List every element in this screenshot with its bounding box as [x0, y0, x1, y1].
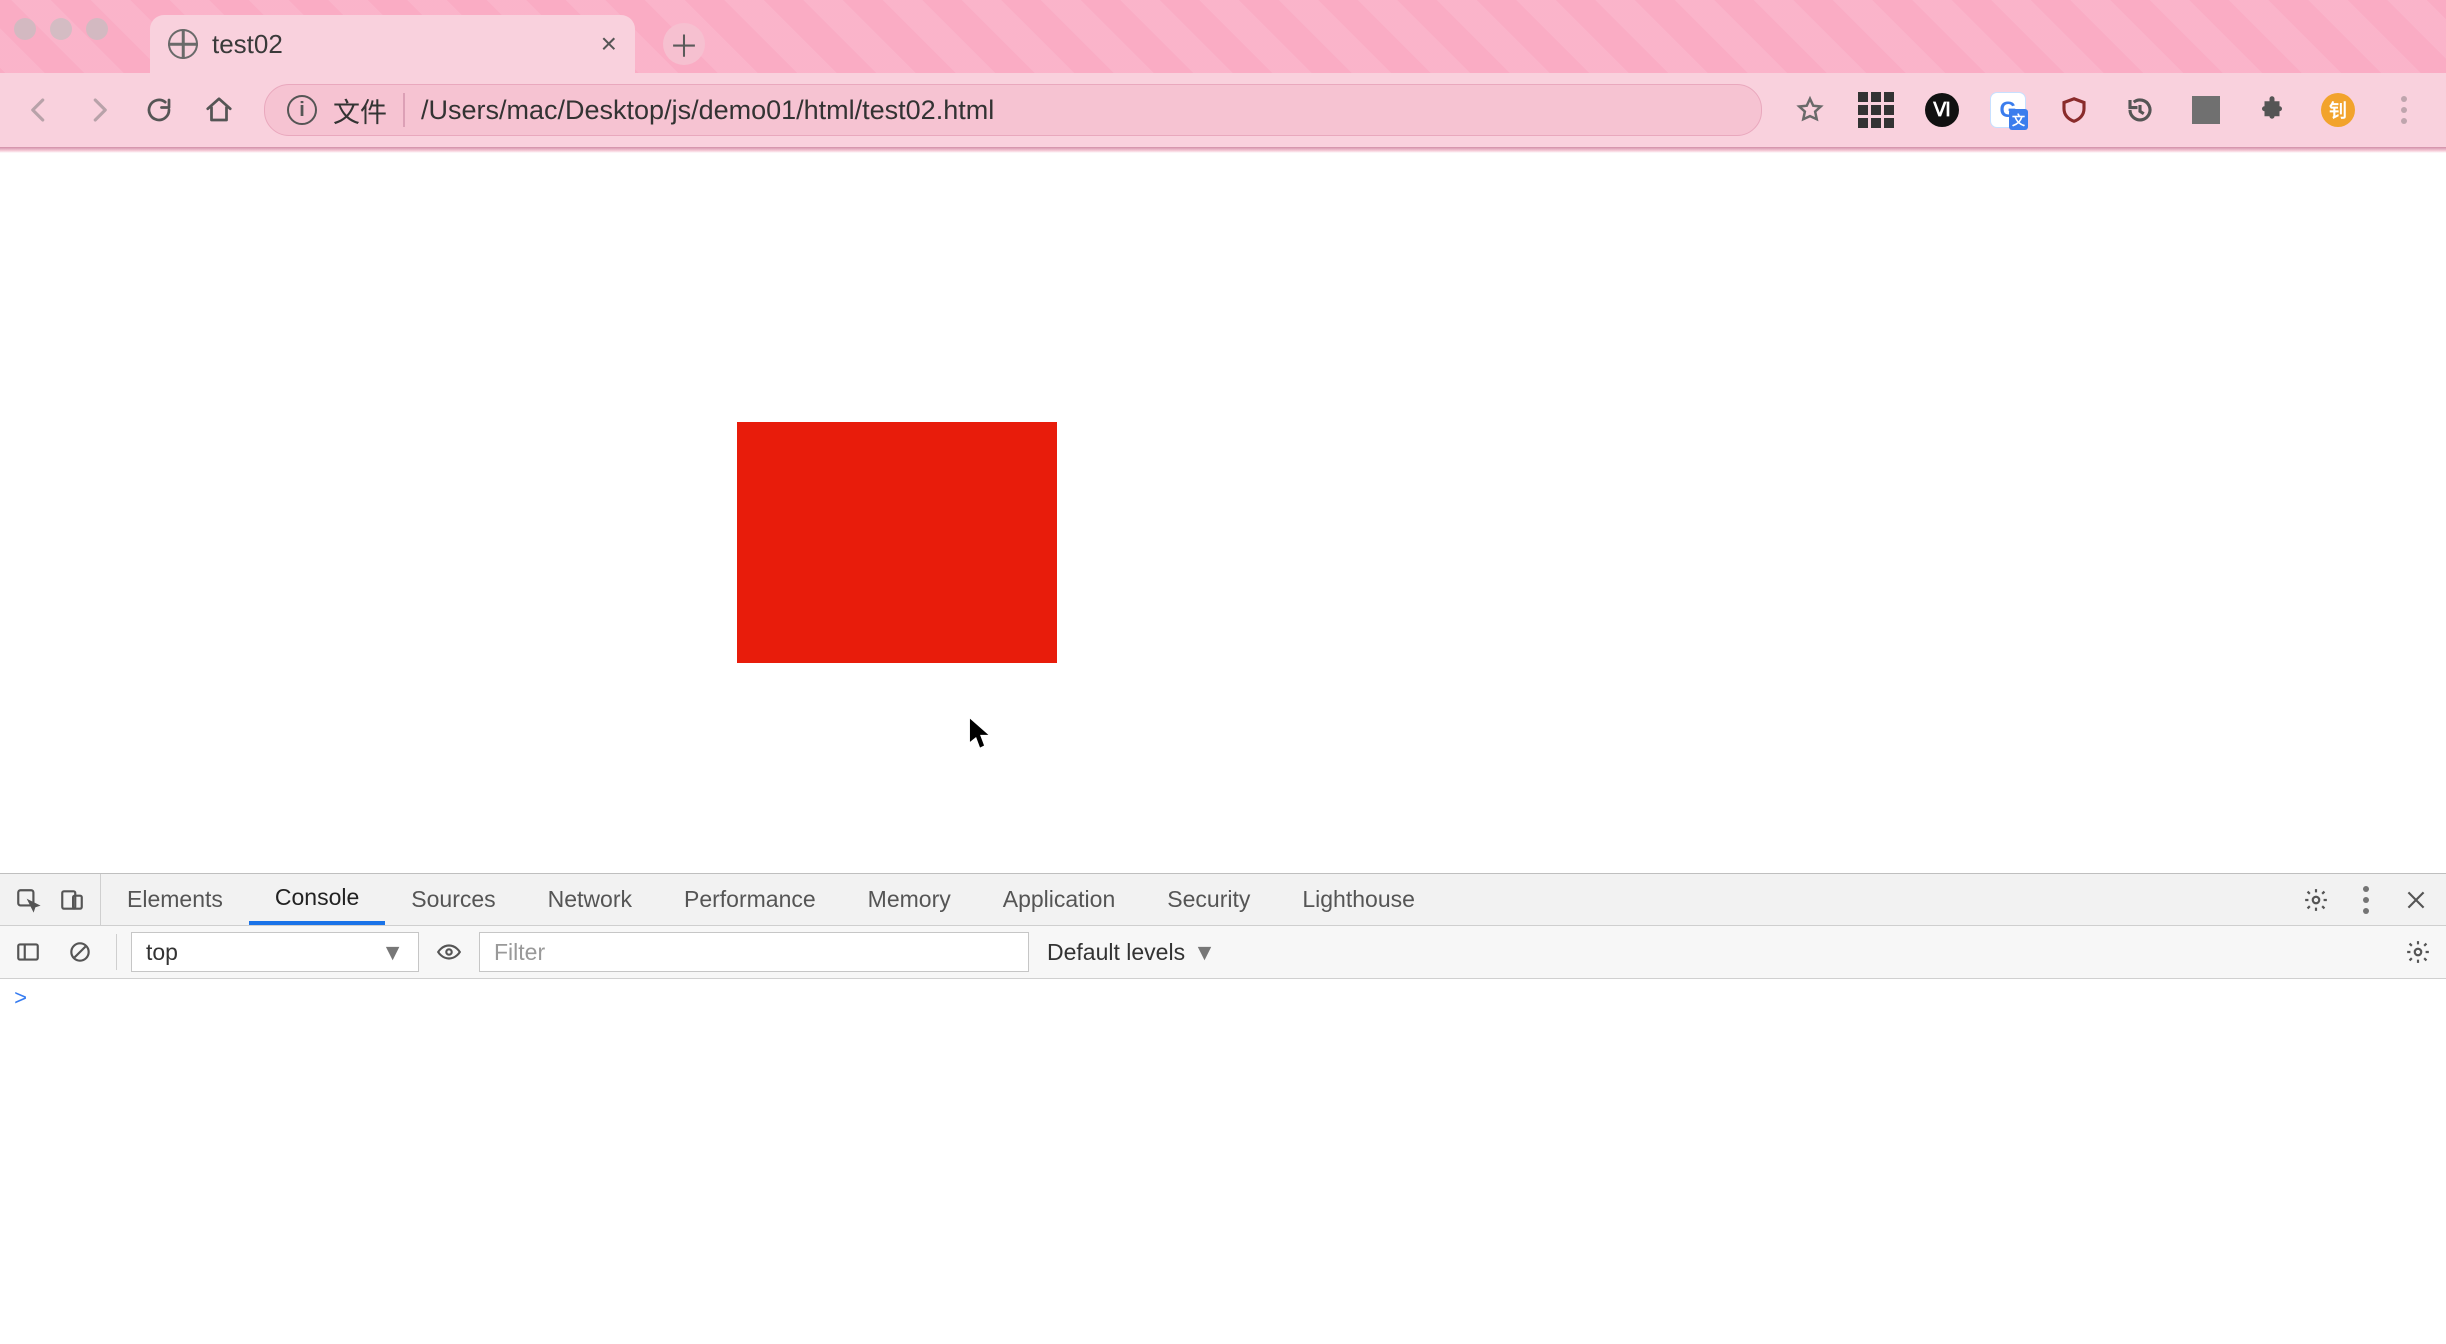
- browser-chrome: test02 × ＋ i 文件 /Users/mac/Desktop/js/de…: [0, 0, 2446, 147]
- tab-label: Lighthouse: [1302, 886, 1415, 913]
- site-info-icon[interactable]: i: [287, 95, 317, 125]
- tab-security[interactable]: Security: [1141, 874, 1276, 925]
- tab-performance[interactable]: Performance: [658, 874, 842, 925]
- clear-console-icon[interactable]: [58, 930, 102, 974]
- tab-console[interactable]: Console: [249, 874, 385, 925]
- console-sidebar-toggle-icon[interactable]: [6, 930, 50, 974]
- filter-placeholder: Filter: [494, 939, 545, 966]
- traffic-close-icon[interactable]: [14, 18, 36, 40]
- qr-extension-icon[interactable]: [1854, 88, 1898, 132]
- globe-icon: [168, 29, 198, 59]
- tab-application[interactable]: Application: [977, 874, 1142, 925]
- toolbar: i 文件 /Users/mac/Desktop/js/demo01/html/t…: [0, 73, 2446, 147]
- translate-extension-icon[interactable]: G: [1986, 88, 2030, 132]
- stop-square-icon[interactable]: [2184, 88, 2228, 132]
- context-value: top: [146, 939, 178, 966]
- live-expression-icon[interactable]: [427, 930, 471, 974]
- browser-tab[interactable]: test02 ×: [150, 15, 635, 73]
- tab-network[interactable]: Network: [522, 874, 658, 925]
- url-scheme-label: 文件: [333, 91, 387, 130]
- tab-memory[interactable]: Memory: [842, 874, 977, 925]
- tab-label: Network: [548, 886, 632, 913]
- tab-label: Elements: [127, 886, 223, 913]
- execution-context-select[interactable]: top ▼: [131, 932, 419, 972]
- console-settings-icon[interactable]: [2396, 930, 2440, 974]
- chevron-down-icon: ▼: [1193, 939, 1216, 966]
- tab-title: test02: [212, 29, 601, 60]
- tab-label: Sources: [411, 886, 495, 913]
- avatar-initial: 钊: [2321, 93, 2355, 127]
- shield-extension-icon[interactable]: [2052, 88, 2096, 132]
- console-filter-input[interactable]: Filter: [479, 932, 1029, 972]
- console-output[interactable]: >: [0, 979, 2446, 1344]
- page-viewport: [0, 153, 2446, 873]
- bookmark-star-icon[interactable]: [1788, 88, 1832, 132]
- url-text: /Users/mac/Desktop/js/demo01/html/test02…: [421, 95, 1739, 126]
- mouse-cursor-icon: [968, 716, 994, 752]
- extensions-puzzle-icon[interactable]: [2250, 88, 2294, 132]
- console-toolbar: top ▼ Filter Default levels ▼: [0, 926, 2446, 979]
- close-tab-icon[interactable]: ×: [601, 30, 617, 58]
- addressbar-separator: [403, 93, 405, 127]
- devtools-left-controls: [0, 874, 101, 925]
- back-button[interactable]: [12, 83, 66, 137]
- traffic-minimize-icon[interactable]: [50, 18, 72, 40]
- tab-lighthouse[interactable]: Lighthouse: [1276, 874, 1441, 925]
- chevron-down-icon: ▼: [381, 939, 404, 966]
- tab-elements[interactable]: Elements: [101, 874, 249, 925]
- window-controls: [14, 18, 108, 40]
- tab-label: Performance: [684, 886, 816, 913]
- traffic-zoom-icon[interactable]: [86, 18, 108, 40]
- inspect-element-icon[interactable]: [6, 878, 50, 922]
- console-prompt-icon: >: [14, 987, 27, 1012]
- log-level-select[interactable]: Default levels ▼: [1037, 939, 1226, 966]
- reload-button[interactable]: [132, 83, 186, 137]
- devtools-panel: Elements Console Sources Network Perform…: [0, 873, 2446, 1344]
- vd-extension-icon[interactable]: Ⅵ: [1920, 88, 1964, 132]
- tab-sources[interactable]: Sources: [385, 874, 521, 925]
- chrome-menu-button[interactable]: [2382, 88, 2426, 132]
- tab-strip: test02 × ＋: [0, 0, 2446, 73]
- forward-button[interactable]: [72, 83, 126, 137]
- device-toolbar-icon[interactable]: [50, 878, 94, 922]
- new-tab-button[interactable]: ＋: [663, 23, 705, 65]
- tab-label: Application: [1003, 886, 1116, 913]
- devtools-settings-icon[interactable]: [2294, 878, 2338, 922]
- tab-label: Security: [1167, 886, 1250, 913]
- history-extension-icon[interactable]: [2118, 88, 2162, 132]
- devtools-tabbar: Elements Console Sources Network Perform…: [0, 874, 2446, 926]
- profile-avatar[interactable]: 钊: [2316, 88, 2360, 132]
- red-box[interactable]: [737, 422, 1057, 663]
- home-button[interactable]: [192, 83, 246, 137]
- devtools-close-icon[interactable]: [2394, 878, 2438, 922]
- address-bar[interactable]: i 文件 /Users/mac/Desktop/js/demo01/html/t…: [264, 84, 1762, 136]
- tab-label: Memory: [868, 886, 951, 913]
- devtools-kebab-icon[interactable]: [2344, 878, 2388, 922]
- tab-label: Console: [275, 884, 359, 911]
- log-level-label: Default levels: [1047, 939, 1185, 966]
